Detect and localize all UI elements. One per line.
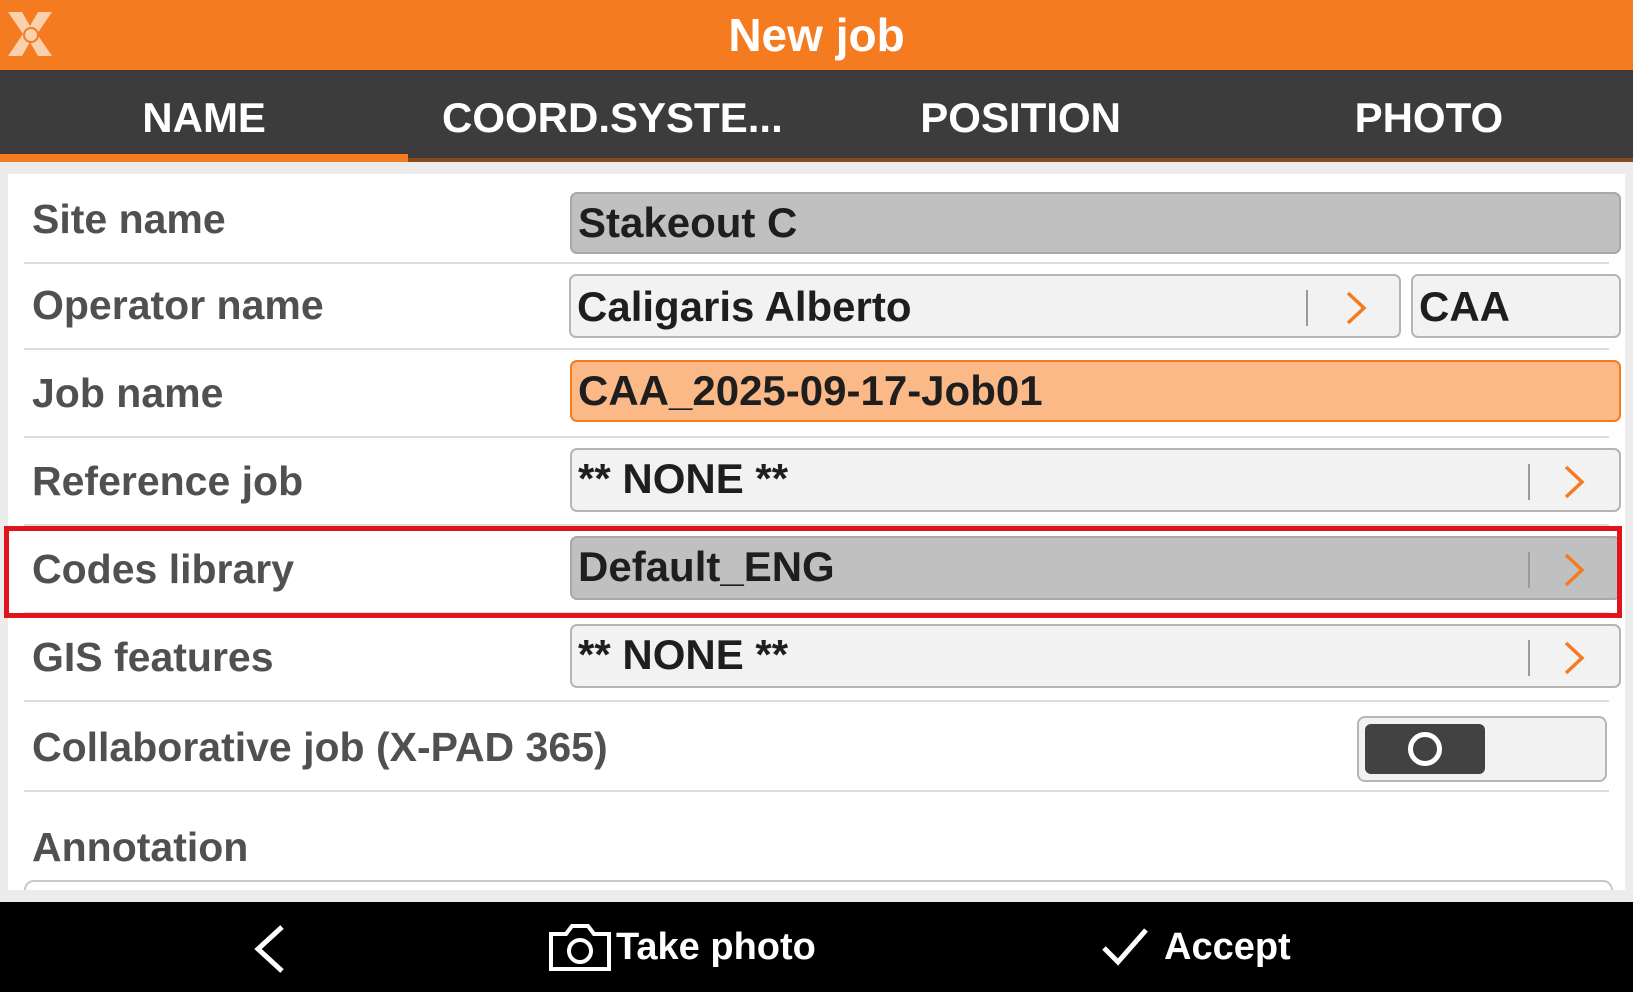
- bottom-bar: Take photo Accept: [0, 902, 1633, 992]
- site-name-field[interactable]: Stakeout C: [570, 192, 1621, 254]
- tab-label: PHOTO: [1354, 94, 1504, 141]
- tab-indicator: [0, 154, 409, 162]
- tab-indicator: [1224, 158, 1633, 162]
- field-divider: [1528, 464, 1530, 500]
- job-name-field[interactable]: CAA_2025-09-17-Job01: [570, 360, 1621, 422]
- collaborative-job-label: Collaborative job (X-PAD 365): [32, 724, 608, 770]
- collaborative-job-toggle[interactable]: [1357, 716, 1607, 782]
- tab-label: COORD.SYSTE...: [442, 94, 783, 141]
- gis-features-label: GIS features: [32, 634, 274, 680]
- job-name-row: Job name CAA_2025-09-17-Job01: [24, 350, 1621, 438]
- tab-position[interactable]: POSITION: [816, 70, 1225, 162]
- highlight-frame: [4, 526, 1622, 618]
- tab-name[interactable]: NAME: [0, 70, 409, 162]
- job-name-label: Job name: [32, 370, 224, 416]
- chevron-right-icon[interactable]: [1344, 290, 1368, 326]
- camera-icon: [549, 924, 611, 971]
- reference-job-label: Reference job: [32, 458, 304, 504]
- annotation-input[interactable]: [24, 880, 1613, 890]
- chevron-right-icon[interactable]: [1562, 464, 1586, 500]
- reference-job-value: ** NONE **: [578, 455, 789, 502]
- row-divider: [24, 790, 1609, 792]
- tab-bar: NAME COORD.SYSTE... POSITION PHOTO: [0, 70, 1633, 162]
- accept-button[interactable]: Accept: [1100, 902, 1291, 992]
- page-title: New job: [728, 9, 905, 61]
- checkmark-icon: [1102, 928, 1148, 966]
- take-photo-label: Take photo: [616, 926, 816, 968]
- gis-features-value: ** NONE **: [578, 631, 789, 678]
- toggle-knob: [1365, 724, 1485, 774]
- tab-indicator: [408, 158, 817, 162]
- operator-name-field[interactable]: Caligaris Alberto: [569, 274, 1401, 338]
- tab-indicator: [816, 158, 1225, 162]
- accept-label: Accept: [1164, 926, 1291, 968]
- reference-job-field[interactable]: ** NONE **: [570, 448, 1621, 512]
- tab-photo[interactable]: PHOTO: [1224, 70, 1633, 162]
- tab-label: POSITION: [920, 94, 1121, 141]
- field-divider: [1306, 290, 1308, 326]
- operator-name-label: Operator name: [32, 282, 324, 328]
- site-name-label: Site name: [32, 196, 226, 242]
- operator-initials-field[interactable]: CAA: [1411, 274, 1621, 338]
- title-bar: New job: [0, 0, 1633, 70]
- operator-name-row: Operator name Caligaris Alberto CAA: [24, 262, 1621, 350]
- tab-label: NAME: [142, 94, 266, 141]
- reference-job-row: Reference job ** NONE **: [24, 438, 1621, 526]
- operator-name-value: Caligaris Alberto: [577, 283, 912, 330]
- annotation-label: Annotation: [32, 824, 249, 870]
- back-button[interactable]: [238, 902, 298, 992]
- gis-features-row: GIS features ** NONE **: [24, 614, 1621, 702]
- toggle-off-icon: [1408, 732, 1442, 766]
- field-divider: [1528, 640, 1530, 676]
- gis-features-field[interactable]: ** NONE **: [570, 624, 1621, 688]
- site-name-row: Site name Stakeout C: [24, 174, 1621, 264]
- take-photo-button[interactable]: Take photo: [546, 902, 816, 992]
- chevron-left-icon: [254, 925, 284, 973]
- chevron-right-icon[interactable]: [1562, 640, 1586, 676]
- tab-coord-system[interactable]: COORD.SYSTE...: [408, 70, 817, 162]
